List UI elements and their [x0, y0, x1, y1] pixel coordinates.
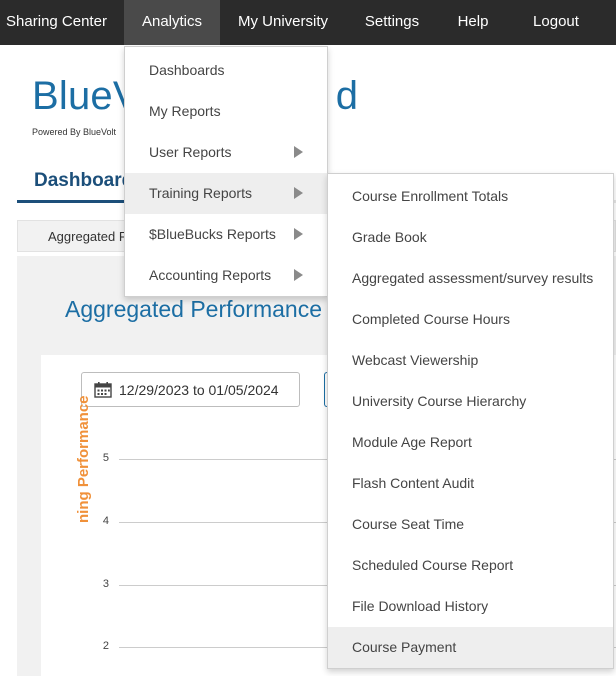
submenu-flash-content-audit[interactable]: Flash Content Audit [328, 463, 613, 504]
submenu-course-seat-time[interactable]: Course Seat Time [328, 504, 613, 545]
submenu-completed-course-hours[interactable]: Completed Course Hours [328, 299, 613, 340]
menu-item-my-reports[interactable]: My Reports [125, 91, 327, 132]
submenu-scheduled-course-report[interactable]: Scheduled Course Report [328, 545, 613, 586]
nav-help[interactable]: Help [446, 0, 500, 45]
y-tick-3: 3 [102, 578, 109, 590]
caret-right-icon [294, 269, 303, 281]
nav-settings[interactable]: Settings [352, 0, 432, 45]
nav-analytics[interactable]: Analytics [124, 0, 220, 45]
submenu-file-download-history[interactable]: File Download History [328, 586, 613, 627]
submenu-course-enrollment-totals[interactable]: Course Enrollment Totals [328, 176, 613, 217]
submenu-course-payment[interactable]: Course Payment [328, 627, 613, 668]
y-axis-label: ning Performance [75, 395, 92, 523]
y-tick-4: 4 [102, 515, 109, 527]
nav-logout[interactable]: Logout [520, 0, 592, 45]
caret-right-icon [294, 228, 303, 240]
powered-by: Powered By BlueVolt [32, 127, 117, 137]
submenu-university-course-hierarchy[interactable]: University Course Hierarchy [328, 381, 613, 422]
submenu-module-age-report[interactable]: Module Age Report [328, 422, 613, 463]
submenu-webcast-viewership[interactable]: Webcast Viewership [328, 340, 613, 381]
menu-item-training-reports[interactable]: Training Reports [125, 173, 327, 214]
date-range-text: 12/29/2023 to 01/05/2024 [119, 382, 279, 398]
caret-right-icon [294, 146, 303, 158]
nav-my-university[interactable]: My University [230, 0, 336, 45]
analytics-dropdown: Dashboards My Reports User Reports Train… [124, 46, 328, 297]
submenu-aggregated-assessment[interactable]: Aggregated assessment/survey results [328, 258, 613, 299]
menu-item-bluebucks-reports[interactable]: $BlueBucks Reports [125, 214, 327, 255]
tab-dashboard[interactable]: Dashboard [34, 170, 133, 192]
brand-title-end: d [335, 74, 359, 118]
menu-item-user-reports[interactable]: User Reports [125, 132, 327, 173]
panel-title: Aggregated Performance [65, 296, 322, 322]
y-tick-5: 5 [102, 452, 109, 464]
submenu-grade-book[interactable]: Grade Book [328, 217, 613, 258]
training-reports-submenu: Course Enrollment Totals Grade Book Aggr… [327, 173, 614, 669]
y-tick-2: 2 [102, 640, 109, 652]
nav-sharing-center[interactable]: Sharing Center [0, 0, 113, 45]
calendar-icon [94, 382, 112, 398]
menu-item-accounting-reports[interactable]: Accounting Reports [125, 255, 327, 296]
top-nav: Sharing Center Analytics My University S… [0, 0, 616, 45]
subtab-aggregated[interactable]: Aggregated P [48, 229, 128, 244]
menu-item-dashboards[interactable]: Dashboards [125, 50, 327, 91]
date-range-picker[interactable]: 12/29/2023 to 01/05/2024 [81, 372, 300, 407]
caret-right-icon [294, 187, 303, 199]
